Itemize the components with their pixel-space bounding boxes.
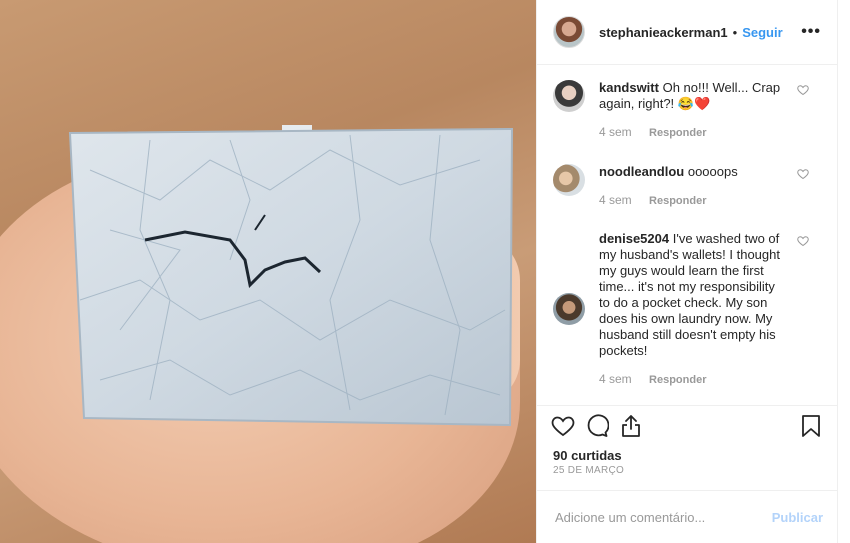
post-date[interactable]: 25 DE MARÇO (553, 465, 624, 476)
comment-text: ooooops (687, 164, 738, 179)
post-header: stephanieackerman1 • Seguir ••• (537, 0, 837, 65)
add-comment-bar: Publicar (537, 490, 837, 543)
commenter-username[interactable]: denise5204 (599, 231, 669, 246)
comment-input[interactable] (553, 508, 772, 526)
reply-button[interactable]: Responder (649, 195, 706, 207)
comment-time[interactable]: 4 sem (599, 372, 632, 386)
heart-icon[interactable] (551, 414, 575, 438)
comment-icon[interactable] (585, 414, 609, 438)
like-comment-heart-icon[interactable] (797, 84, 809, 96)
commenter-username[interactable]: noodleandlou (599, 164, 684, 179)
reply-button[interactable]: Responder (649, 127, 706, 139)
comment-item: denise5204 I've washed two of my husband… (553, 231, 821, 388)
post-sidebar: stephanieackerman1 • Seguir ••• kandswit… (536, 0, 838, 543)
post-container: stephanieackerman1 • Seguir ••• kandswit… (0, 0, 850, 543)
comments-list: kandswitt Oh no!!! Well... Crap again, r… (537, 66, 837, 406)
like-comment-heart-icon[interactable] (797, 235, 809, 247)
post-actions: 90 curtidas (537, 405, 837, 466)
commenter-avatar[interactable] (553, 293, 585, 325)
more-icon[interactable]: ••• (801, 23, 821, 41)
reply-button[interactable]: Responder (649, 374, 706, 386)
commenter-avatar[interactable] (553, 80, 585, 112)
likes-count[interactable]: 90 curtidas (553, 448, 622, 463)
follow-button[interactable]: Seguir (742, 25, 782, 40)
post-photo[interactable] (0, 0, 536, 543)
comment-time[interactable]: 4 sem (599, 125, 632, 139)
author-username[interactable]: stephanieackerman1 (599, 25, 728, 40)
bookmark-icon[interactable] (801, 414, 821, 438)
comment-text: I've washed two of my husband's wallets!… (599, 231, 780, 358)
share-icon[interactable] (619, 414, 643, 438)
commenter-avatar[interactable] (553, 164, 585, 196)
commenter-username[interactable]: kandswitt (599, 80, 659, 95)
comment-item: kandswitt Oh no!!! Well... Crap again, r… (553, 80, 821, 141)
author-avatar[interactable] (553, 16, 585, 48)
wallet-illustration (68, 125, 514, 427)
comment-time[interactable]: 4 sem (599, 193, 632, 207)
header-separator: • (732, 24, 738, 40)
publish-button[interactable]: Publicar (772, 510, 823, 525)
like-comment-heart-icon[interactable] (797, 168, 809, 180)
comment-item: noodleandlou ooooops 4 sem Responder (553, 164, 821, 209)
